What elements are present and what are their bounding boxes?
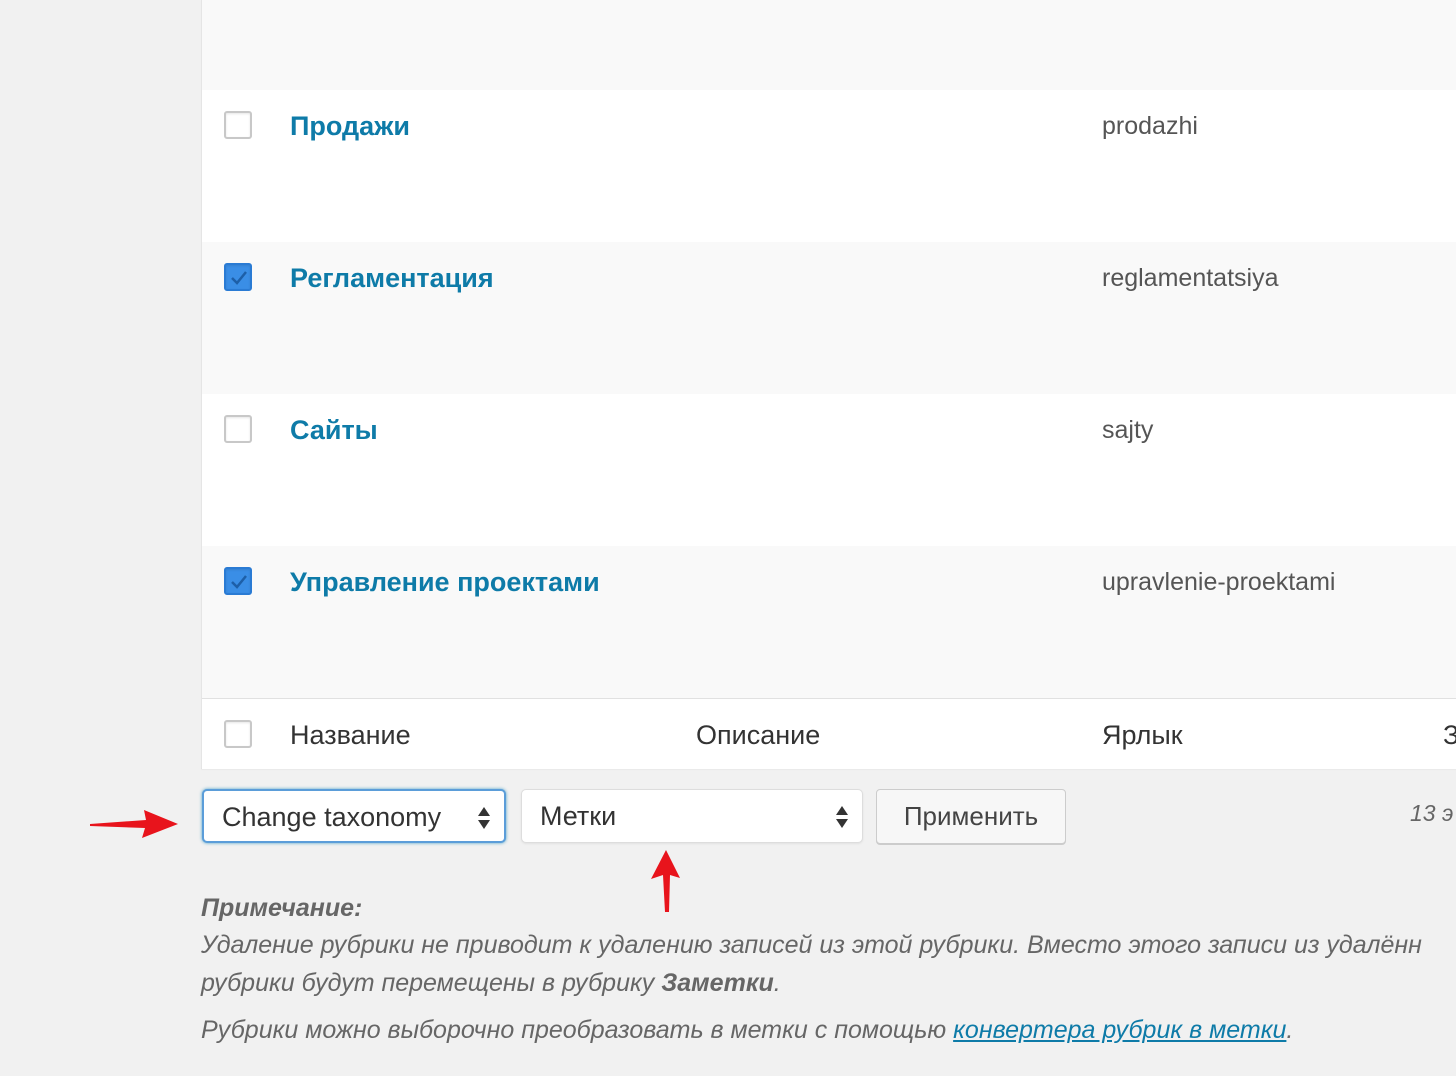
column-header-count[interactable]: З: [1443, 720, 1456, 751]
row-checkbox-checked[interactable]: [224, 567, 252, 595]
bulk-action-select-value: Change taxonomy: [222, 802, 442, 832]
annotation-arrow-up-icon: [651, 850, 680, 912]
column-header-description[interactable]: Описание: [696, 720, 820, 751]
items-count: 13 э: [1410, 800, 1454, 826]
checkmark-icon: [231, 271, 247, 285]
table-row: Продажи prodazhi: [202, 90, 1456, 242]
note-line-2-prefix: рубрики будут перемещены в рубрику: [201, 969, 662, 997]
category-tag-converter-link[interactable]: конвертера рубрик в метки: [953, 1016, 1286, 1044]
table-row: Сайты sajty: [202, 394, 1456, 546]
category-name-link[interactable]: Сайты: [290, 415, 378, 446]
category-slug: prodazhi: [1102, 112, 1198, 140]
apply-button[interactable]: Применить: [876, 789, 1066, 844]
category-slug: sajty: [1102, 416, 1154, 444]
row-checkbox[interactable]: [224, 415, 252, 443]
note-line-2-suffix: .: [773, 969, 781, 997]
category-slug: reglamentatsiya: [1102, 264, 1279, 292]
taxonomy-select-value: Метки: [540, 801, 617, 831]
select-arrows-icon: [836, 806, 848, 828]
note-line-3: Рубрики можно выборочно преобразовать в …: [201, 1016, 1293, 1045]
select-arrows-icon: [478, 807, 490, 829]
column-header-slug[interactable]: Ярлык: [1102, 720, 1183, 751]
category-name-link[interactable]: Регламентация: [290, 263, 494, 294]
table-row: Управление проектами upravlenie-proektam…: [202, 546, 1456, 698]
note-line-3-suffix: .: [1286, 1016, 1294, 1044]
categories-table: Продажи prodazhi Регламентация reglament…: [201, 0, 1456, 769]
taxonomy-select[interactable]: Метки: [521, 789, 863, 843]
row-checkbox[interactable]: [224, 111, 252, 139]
category-name-link[interactable]: Продажи: [290, 111, 410, 142]
note-heading: Примечание:: [201, 894, 363, 922]
select-all-checkbox[interactable]: [224, 720, 252, 748]
category-name-link[interactable]: Управление проектами: [290, 567, 600, 598]
checkmark-icon: [231, 575, 247, 589]
note-line-3-prefix: Рубрики можно выборочно преобразовать в …: [201, 1016, 954, 1044]
annotation-arrow-right-icon: [90, 810, 178, 838]
note-line-1: Удаление рубрики не приводит к удалению …: [201, 931, 1422, 959]
table-row: Регламентация reglamentatsiya: [202, 242, 1456, 394]
note-line-2: рубрики будут перемещены в рубрику Замет…: [201, 969, 781, 998]
default-category-name: Заметки: [661, 969, 774, 997]
column-header-name[interactable]: Название: [290, 720, 411, 751]
row-checkbox-checked[interactable]: [224, 263, 252, 291]
category-slug: upravlenie-proektami: [1102, 568, 1336, 596]
bulk-action-select[interactable]: Change taxonomy: [202, 789, 506, 843]
table-footer: Название Описание Ярлык З: [202, 698, 1456, 769]
